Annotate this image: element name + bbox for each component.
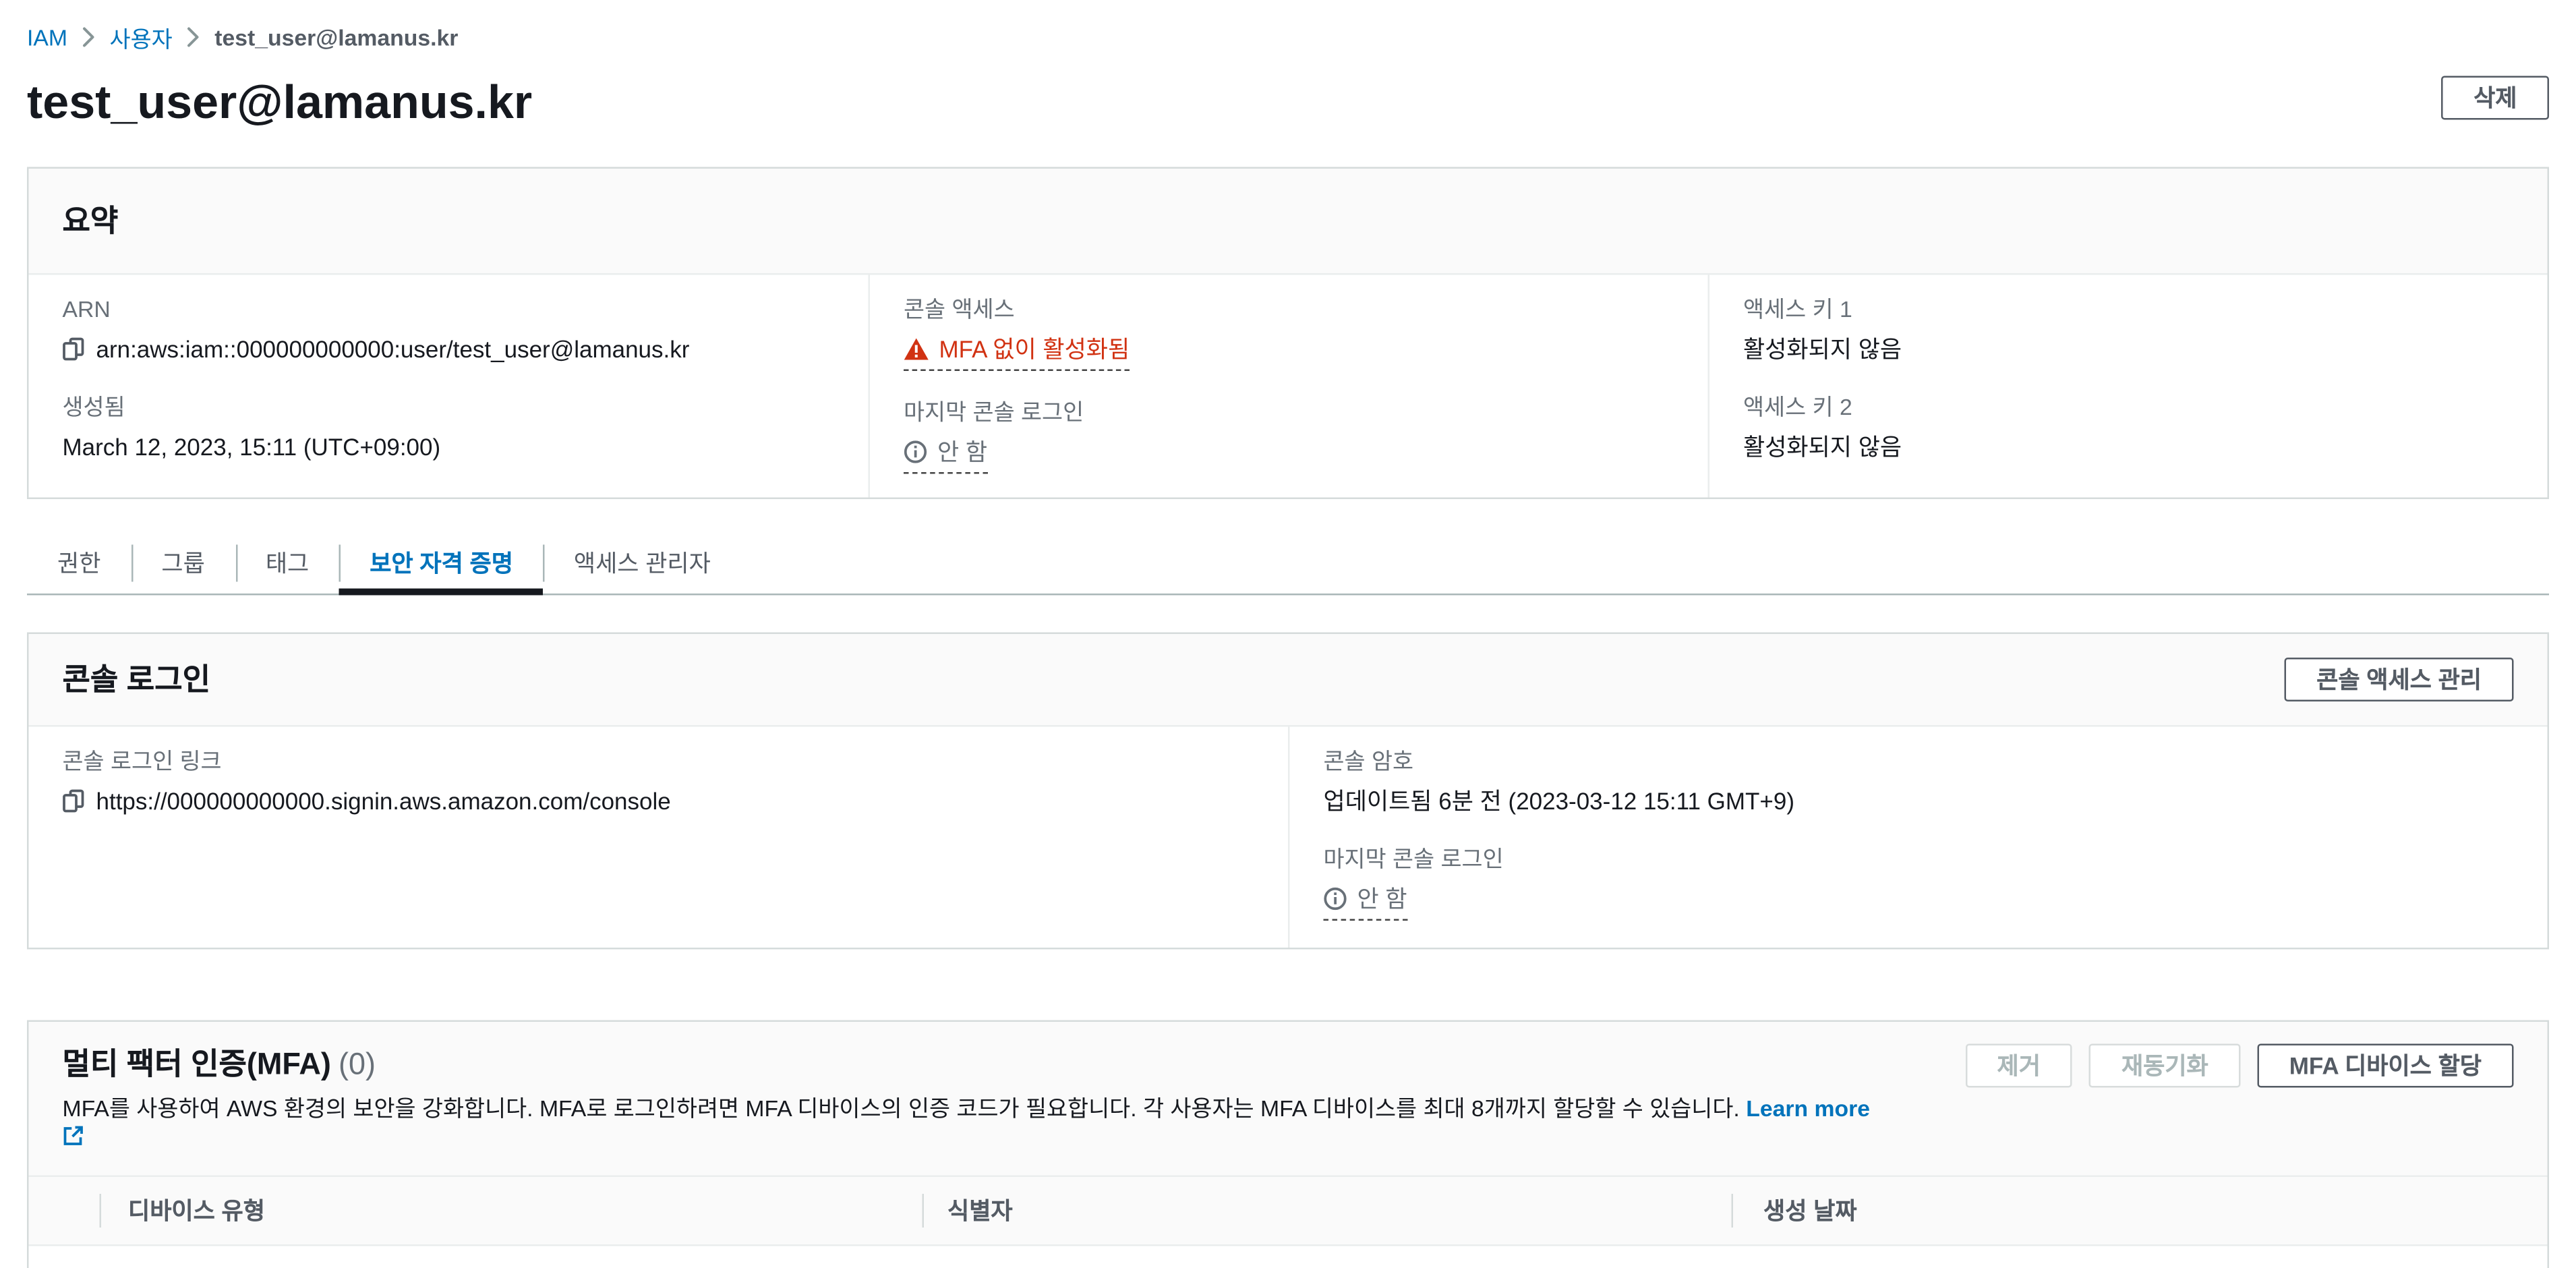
breadcrumb-current: test_user@lamanus.kr xyxy=(214,24,458,50)
column-header-device-type: 디바이스 유형 xyxy=(29,1194,923,1228)
summary-panel: 요약 ARN arn:aws:iam::000000000000:user/te… xyxy=(27,167,2549,500)
iam-user-detail-page: IAM 사용자 test_user@lamanus.kr test_user@l… xyxy=(0,0,2576,1268)
delete-button[interactable]: 삭제 xyxy=(2442,76,2549,120)
mfa-count: (0) xyxy=(339,1047,376,1081)
last-console-login-value: 안 함 xyxy=(937,435,987,469)
mfa-empty-state: MFA 디바이스가 없습니다. MFA 디바이스를 할당하여 AWS 환경 보안… xyxy=(29,1246,2548,1268)
last-console-login-label: 마지막 콘솔 로그인 xyxy=(904,398,1674,427)
warning-icon xyxy=(904,337,929,361)
page-title: test_user@lamanus.kr xyxy=(27,76,532,130)
breadcrumb: IAM 사용자 test_user@lamanus.kr xyxy=(27,0,2549,54)
summary-column-1: ARN arn:aws:iam::000000000000:user/test_… xyxy=(29,275,869,498)
console-login-column-1: 콘솔 로그인 링크 https://000000000000.signin.aw… xyxy=(29,727,1289,948)
tab-bar: 권한 그룹 태그 보안 자격 증명 액세스 관리자 xyxy=(27,536,2549,596)
summary-column-3: 액세스 키 1 활성화되지 않음 액세스 키 2 활성화되지 않음 xyxy=(1708,275,2548,498)
breadcrumb-iam-link[interactable]: IAM xyxy=(27,24,67,50)
tab-tags[interactable]: 태그 xyxy=(235,536,339,594)
mfa-assign-device-button[interactable]: MFA 디바이스 할당 xyxy=(2257,1044,2513,1088)
copy-icon[interactable] xyxy=(63,789,85,813)
copy-icon[interactable] xyxy=(63,337,85,361)
tab-permissions[interactable]: 권한 xyxy=(27,536,131,594)
chevron-right-icon xyxy=(83,27,95,47)
learn-more-link[interactable]: Learn more xyxy=(1746,1096,1870,1122)
last-console-login-info[interactable]: 안 함 xyxy=(1324,882,1407,921)
console-login-link-value: https://000000000000.signin.aws.amazon.c… xyxy=(96,784,671,818)
tab-groups[interactable]: 그룹 xyxy=(131,536,235,594)
column-divider xyxy=(100,1194,102,1228)
last-console-login-value: 안 함 xyxy=(1357,882,1407,916)
column-divider xyxy=(923,1194,925,1228)
tab-access-advisor[interactable]: 액세스 관리자 xyxy=(544,536,741,594)
console-login-column-2: 콘솔 암호 업데이트됨 6분 전 (2023-03-12 15:11 GMT+9… xyxy=(1288,727,2548,948)
access-key-2-value: 활성화되지 않음 xyxy=(1743,430,1902,464)
last-console-login-label: 마지막 콘솔 로그인 xyxy=(1324,845,2514,874)
console-password-value: 업데이트됨 6분 전 (2023-03-12 15:11 GMT+9) xyxy=(1324,784,1795,818)
mfa-panel: 멀티 팩터 인증(MFA) (0) MFA를 사용하여 AWS 환경의 보안을 … xyxy=(27,1020,2549,1268)
mfa-remove-button[interactable]: 제거 xyxy=(1965,1044,2072,1088)
console-login-link-label: 콘솔 로그인 링크 xyxy=(63,747,1255,776)
console-access-warning[interactable]: MFA 없이 활성화됨 xyxy=(904,333,1130,372)
column-divider xyxy=(1732,1194,1734,1228)
console-login-panel: 콘솔 로그인 콘솔 액세스 관리 콘솔 로그인 링크 https://00000… xyxy=(27,633,2549,950)
console-login-title: 콘솔 로그인 xyxy=(63,660,211,700)
access-key-1-value: 활성화되지 않음 xyxy=(1743,333,1902,366)
summary-title: 요약 xyxy=(63,204,119,238)
console-access-label: 콘솔 액세스 xyxy=(904,295,1674,324)
mfa-title: 멀티 팩터 인증(MFA) xyxy=(63,1047,331,1081)
manage-console-access-button[interactable]: 콘솔 액세스 관리 xyxy=(2285,658,2514,701)
arn-value: arn:aws:iam::000000000000:user/test_user… xyxy=(96,333,690,366)
info-icon xyxy=(904,440,927,464)
console-password-label: 콘솔 암호 xyxy=(1324,747,2514,776)
external-link-icon[interactable] xyxy=(63,1125,85,1147)
mfa-header-text: 멀티 팩터 인증(MFA) (0) MFA를 사용하여 AWS 환경의 보안을 … xyxy=(63,1044,1898,1155)
mfa-resync-button[interactable]: 재동기화 xyxy=(2089,1044,2240,1088)
breadcrumb-users-link[interactable]: 사용자 xyxy=(110,20,173,54)
created-label: 생성됨 xyxy=(63,393,835,422)
access-key-2-label: 액세스 키 2 xyxy=(1743,393,2514,422)
summary-column-2: 콘솔 액세스 MFA 없이 활성화됨 마지막 콘솔 로그인 xyxy=(869,275,1708,498)
arn-label: ARN xyxy=(63,295,835,324)
console-access-value: MFA 없이 활성화됨 xyxy=(939,333,1130,366)
column-header-created-date: 생성 날짜 xyxy=(1732,1194,2548,1228)
chevron-right-icon xyxy=(187,27,200,47)
created-value: March 12, 2023, 15:11 (UTC+09:00) xyxy=(63,430,441,464)
column-header-identifier: 식별자 xyxy=(923,1194,1732,1228)
mfa-description: MFA를 사용하여 AWS 환경의 보안을 강화합니다. MFA로 로그인하려면… xyxy=(63,1096,1740,1122)
info-icon xyxy=(1324,887,1347,911)
last-console-login-info[interactable]: 안 함 xyxy=(904,435,987,474)
tab-security-credentials[interactable]: 보안 자격 증명 xyxy=(339,536,544,594)
access-key-1-label: 액세스 키 1 xyxy=(1743,295,2514,324)
mfa-table-header: 디바이스 유형 식별자 생성 날짜 xyxy=(29,1177,2548,1246)
